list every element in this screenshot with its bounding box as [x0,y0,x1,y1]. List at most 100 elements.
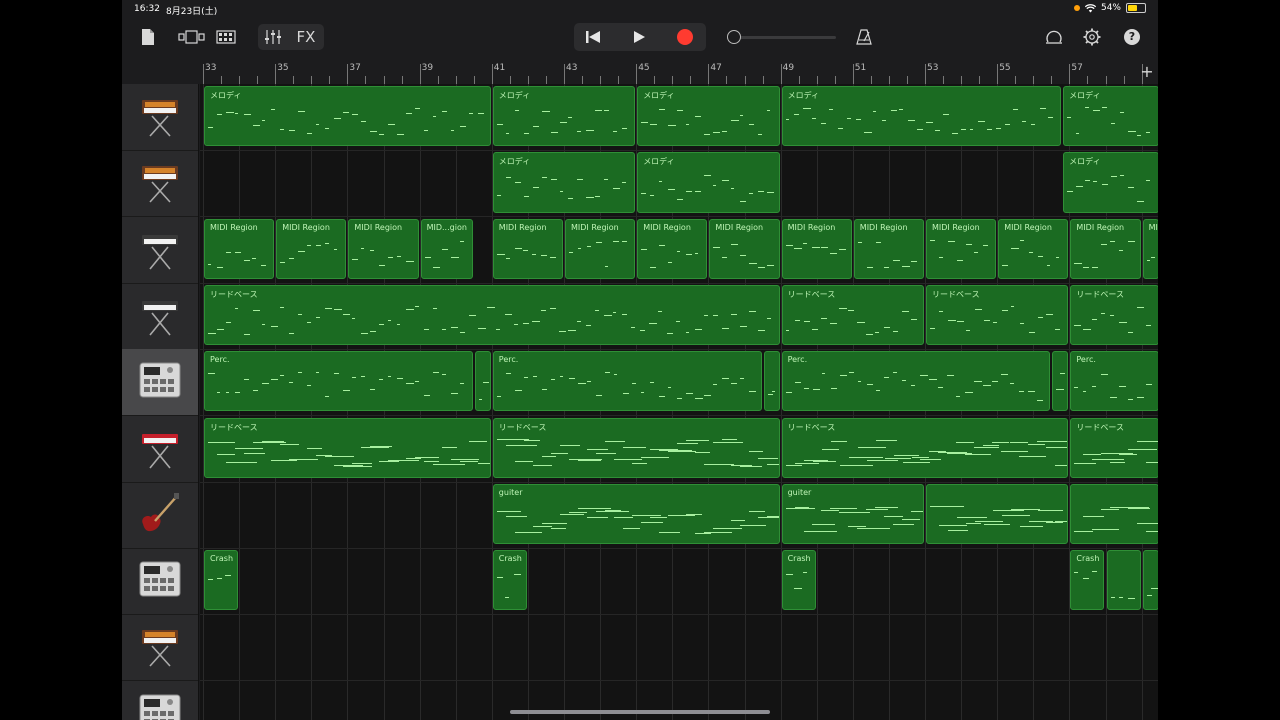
midi-note [730,382,738,384]
region[interactable]: MID...gion [420,218,473,279]
browser-view-icon[interactable] [176,27,208,47]
midi-note [1056,389,1065,391]
region[interactable]: MI [1142,218,1158,279]
region[interactable]: guiter [492,483,780,545]
my-songs-icon[interactable] [138,26,158,48]
region[interactable]: Perc. [1070,351,1158,412]
track-header[interactable] [122,150,198,218]
track-lanes[interactable]: メロディ メロディ メロディ メロディ メロディ メロディ メロディ メロディ MIDI Reg… [200,84,1158,720]
region[interactable]: リードベース [204,417,491,478]
mixer-icon[interactable] [260,27,286,47]
track-header[interactable] [122,416,198,483]
midi-note [253,309,260,311]
track-header[interactable] [122,217,198,284]
track-header[interactable] [122,349,198,417]
help-icon[interactable]: ? [1120,26,1144,48]
region[interactable] [763,351,780,412]
track-lane[interactable]: guiter guiter [200,482,1158,549]
region[interactable]: MIDI Region [276,218,347,279]
region[interactable]: リードベース [204,284,780,346]
track-header[interactable] [122,548,198,616]
region[interactable] [1070,483,1158,545]
region[interactable]: リードベース [1070,284,1158,346]
region[interactable]: リードベース [781,284,924,346]
add-section-button[interactable]: + [1138,62,1156,81]
record-icon[interactable] [670,27,700,47]
region[interactable]: メロディ [1063,152,1158,213]
region[interactable]: リードベース [781,417,1069,478]
settings-gear-icon[interactable] [1080,26,1104,48]
region[interactable]: MIDI Region [1070,218,1141,279]
midi-note [794,587,802,589]
track-lane[interactable]: リードベース リードベース リードベース リードベース [200,283,1158,350]
region[interactable]: メロディ [637,152,780,213]
track-lane[interactable]: MIDI Region MIDI Region MIDI Region MID...g… [200,217,1158,284]
region[interactable]: Crash [1070,550,1105,611]
region[interactable]: MIDI Region [637,218,708,279]
track-lane[interactable]: メロディ メロディ メロディ [200,150,1158,218]
region[interactable]: MIDI Region [348,218,419,279]
timeline-ruler[interactable]: 33 35 37 39 41 43 45 47 49 51 53 55 57 [200,60,1158,85]
region[interactable]: Perc. [204,351,473,412]
midi-note [289,333,294,335]
region[interactable] [474,351,491,412]
region[interactable]: MIDI Region [492,218,563,279]
region[interactable]: リードベース [492,417,780,478]
region[interactable]: リードベース [926,284,1069,346]
region[interactable]: メロディ [492,86,636,147]
track-lane[interactable]: リードベース リードベース リードベース リードベース [200,416,1158,483]
track-lane[interactable]: Perc. Perc. Perc. Perc. [200,349,1158,417]
track-lane[interactable] [200,681,1158,720]
play-icon[interactable] [624,27,654,47]
midi-note [342,390,350,392]
region[interactable]: メロディ [781,86,1062,147]
track-lane[interactable] [200,614,1158,682]
midi-note [960,129,967,131]
midi-note [424,328,429,330]
track-header[interactable] [122,681,198,720]
region[interactable] [926,483,1069,545]
track-header[interactable] [122,482,198,549]
region[interactable]: MIDI Region [565,218,636,279]
track-header[interactable] [122,84,198,151]
midi-note [1145,180,1151,182]
region[interactable]: メロディ [492,152,636,213]
tracks-view-icon[interactable] [214,27,238,47]
track-header[interactable] [122,614,198,682]
midi-note [333,249,338,251]
region[interactable]: Crash [204,550,239,611]
region[interactable]: メロディ [204,86,491,147]
fx-button[interactable]: FX [292,27,320,47]
region[interactable]: リードベース [1070,417,1158,478]
region[interactable]: Perc. [781,351,1051,412]
track-lane[interactable]: メロディ メロディ メロディ メロディ メロディ [200,84,1158,151]
midi-note [1055,465,1068,467]
metronome-icon[interactable] [852,26,876,48]
midi-note [965,453,992,455]
region[interactable]: メロディ [1063,86,1158,147]
track-header[interactable] [122,283,198,350]
region[interactable] [1106,550,1141,611]
region[interactable] [1052,351,1069,412]
track-lane[interactable]: Crash Crash Crash Crash [200,548,1158,616]
region[interactable]: Crash [492,550,527,611]
region[interactable] [1142,550,1158,611]
region[interactable]: MIDI Region [204,218,275,279]
region[interactable]: メロディ [637,86,780,147]
region[interactable]: MIDI Region [998,218,1069,279]
region[interactable]: MIDI Region [926,218,997,279]
midi-note [459,460,479,462]
loop-browser-icon[interactable] [1042,26,1066,48]
region[interactable]: MIDI Region [781,218,852,279]
region[interactable]: MIDI Region [709,218,780,279]
ruler-tick [257,76,259,84]
midi-note [929,378,937,380]
midi-note [739,465,762,467]
region[interactable]: Crash [781,550,816,611]
master-volume-slider[interactable] [722,26,838,48]
region[interactable]: guiter [781,483,924,545]
go-to-beginning-icon[interactable] [578,27,608,47]
region[interactable]: Perc. [492,351,762,412]
midi-note [992,510,1025,512]
region[interactable]: MIDI Region [853,218,924,279]
